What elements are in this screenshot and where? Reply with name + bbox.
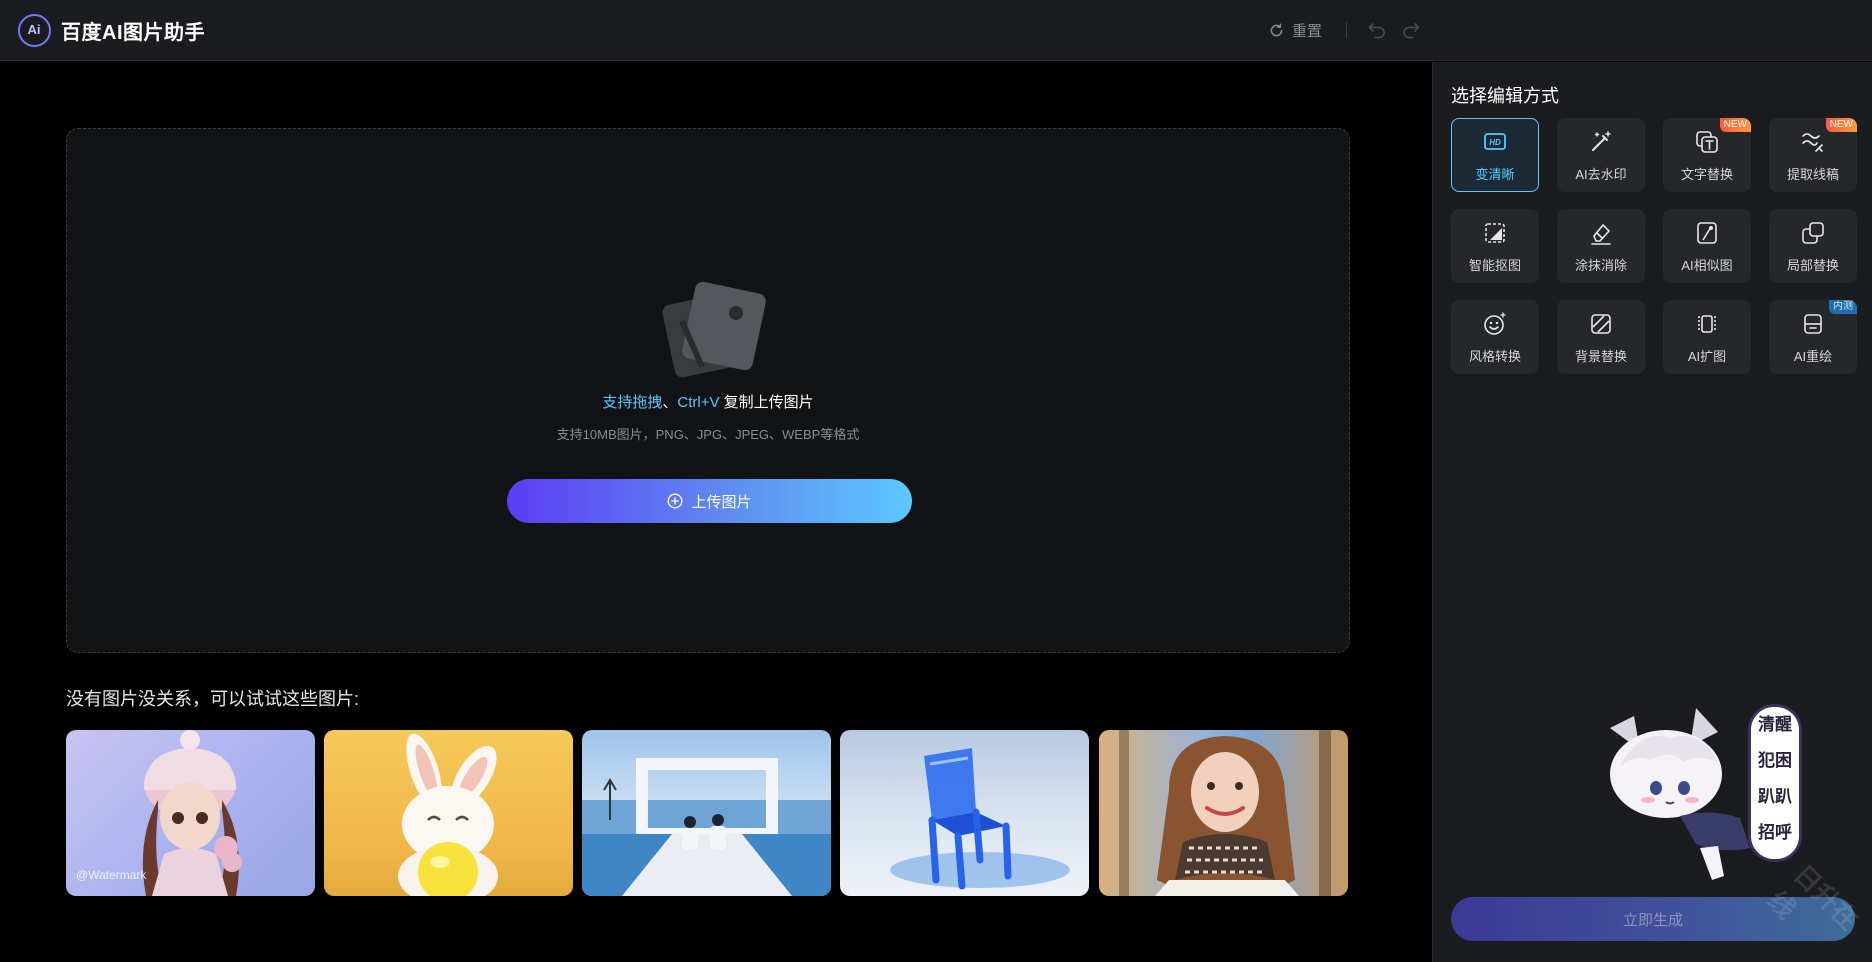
upload-format-hint: 支持10MB图片，PNG、JPG、JPEG、WEBP等格式: [556, 427, 860, 442]
sign-line: 招呼: [1758, 823, 1792, 842]
sample-image-pool[interactable]: [582, 730, 831, 896]
sample-image-chair[interactable]: [840, 730, 1089, 896]
pool-scene: [582, 758, 831, 896]
woman-portrait: [1119, 730, 1331, 896]
tool-background-replace[interactable]: 背景替换: [1557, 300, 1645, 374]
tool-label: 智能抠图: [1468, 258, 1521, 273]
tool-style-transfer[interactable]: 风格转换: [1451, 300, 1539, 374]
new-badge: NEW: [1719, 118, 1751, 132]
tool-redraw[interactable]: AI重绘 内测: [1769, 300, 1857, 374]
tool-label: AI扩图: [1687, 349, 1727, 364]
panel-title: 选择编辑方式: [1451, 86, 1559, 106]
bunny-illustration: [398, 733, 498, 896]
tool-label: 风格转换: [1468, 349, 1521, 364]
top-bar: Ai 百度AI图片助手 重置: [0, 0, 1872, 61]
hint-shortcut: Ctrl+V: [677, 394, 720, 411]
smiley-icon: [1484, 312, 1506, 335]
tool-line-art[interactable]: 提取线稿 NEW: [1769, 118, 1857, 192]
tool-label: AI去水印: [1575, 167, 1627, 182]
app-logo-icon: Ai: [18, 14, 51, 47]
hint-drag: 支持拖拽: [602, 394, 663, 411]
logo-text: Ai: [27, 22, 41, 37]
tool-label: AI相似图: [1681, 258, 1733, 273]
reset-button[interactable]: 重置: [1268, 19, 1322, 41]
tool-label: AI重绘: [1793, 349, 1833, 364]
upload-image-button[interactable]: 上传图片: [507, 479, 912, 523]
image-placeholder-icon: [662, 281, 766, 378]
tool-label: 背景替换: [1574, 349, 1627, 364]
tool-watermark-removal[interactable]: AI去水印: [1557, 118, 1645, 192]
sign-line: 趴趴: [1758, 787, 1792, 806]
magic-wand-icon: [1592, 131, 1611, 151]
hint-paste: 复制上传图片: [719, 394, 814, 411]
tool-erase[interactable]: 涂抹消除: [1557, 209, 1645, 283]
expand-icon: [1698, 315, 1716, 333]
tool-expand[interactable]: AI扩图: [1663, 300, 1751, 374]
sample-image-girl-hat[interactable]: @Watermark: [66, 730, 315, 896]
svg-text:HD: HD: [1489, 138, 1501, 147]
sign-line: 犯困: [1758, 751, 1792, 770]
upload-dropzone[interactable]: 支持拖拽、Ctrl+V 复制上传图片 支持10MB图片，PNG、JPG、JPEG…: [66, 128, 1350, 653]
samples-title: 没有图片没关系，可以试试这些图片:: [66, 689, 359, 709]
tool-label: 局部替换: [1786, 258, 1839, 273]
mascot-sign: 清醒 犯困 趴趴 招呼: [1748, 704, 1802, 862]
tool-text-replace[interactable]: 文字替换 NEW: [1663, 118, 1751, 192]
tool-similar-image[interactable]: AI相似图: [1663, 209, 1751, 283]
text-replace-icon: [1696, 131, 1718, 153]
partial-replace-icon: [1802, 222, 1824, 244]
tool-label: 变清晰: [1475, 167, 1515, 182]
tool-label: 涂抹消除: [1574, 258, 1627, 273]
undo-icon[interactable]: [1367, 19, 1387, 39]
background-icon: [1591, 314, 1611, 334]
sample-watermark: @Watermark: [76, 868, 147, 882]
sample-image-woman[interactable]: [1099, 730, 1348, 896]
hd-icon: HD: [1484, 133, 1506, 150]
tool-enhance[interactable]: HD 变清晰: [1451, 118, 1539, 192]
refresh-icon: [1270, 22, 1283, 36]
cutout-icon: [1485, 223, 1505, 243]
sample-image-bunny[interactable]: [324, 730, 573, 896]
tool-cutout[interactable]: 智能抠图: [1451, 209, 1539, 283]
similar-image-icon: [1697, 222, 1717, 244]
sign-line: 清醒: [1758, 715, 1792, 734]
beta-badge: 内测: [1829, 300, 1857, 314]
redo-icon[interactable]: [1401, 19, 1421, 39]
upload-button-label: 上传图片: [691, 493, 752, 511]
new-badge: NEW: [1825, 118, 1857, 132]
line-art-icon: [1802, 133, 1823, 152]
app-title: 百度AI图片助手: [61, 22, 205, 44]
plus-circle-icon: [668, 493, 683, 509]
header-divider: [1346, 22, 1347, 38]
hint-separator: 、: [662, 394, 678, 411]
upload-hint: 支持拖拽、Ctrl+V 复制上传图片: [67, 391, 1349, 412]
reset-label: 重置: [1292, 22, 1323, 40]
tool-label: 提取线稿: [1786, 167, 1839, 182]
glass-chair: [890, 748, 1070, 890]
eraser-icon: [1591, 224, 1611, 245]
tool-label: 文字替换: [1680, 167, 1733, 182]
redraw-icon: [1804, 314, 1822, 334]
tool-partial-replace[interactable]: 局部替换: [1769, 209, 1857, 283]
